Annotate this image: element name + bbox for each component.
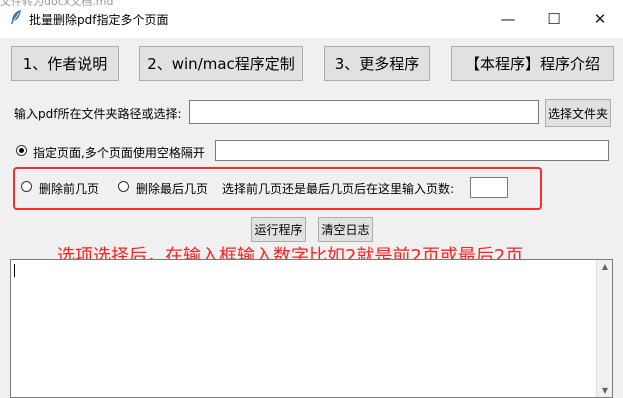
background-window-text: 文件转为docx文档.md xyxy=(0,0,114,8)
custom-program-button[interactable]: 2、win/mac程序定制 xyxy=(139,46,303,81)
folder-path-label: 输入pdf所在文件夹路径或选择: xyxy=(14,107,182,121)
title-bar: 文件转为docx文档.md 批量删除pdf指定多个页面 — ☐ ✕ xyxy=(0,0,623,38)
log-textarea[interactable]: ▲ ▼ xyxy=(10,259,613,398)
scroll-down-arrow-icon[interactable]: ▼ xyxy=(597,386,613,395)
delete-first-label: 删除前几页 xyxy=(39,182,100,196)
log-scrollbar[interactable]: ▲ ▼ xyxy=(596,260,612,397)
specified-pages-label: 指定页面,多个页面使用空格隔开 xyxy=(33,146,205,160)
run-button[interactable]: 运行程序 xyxy=(251,217,306,242)
window-title: 批量删除pdf指定多个页面 xyxy=(29,13,169,27)
maximize-button[interactable]: ☐ xyxy=(531,0,577,38)
more-programs-button[interactable]: 3、更多程序 xyxy=(324,46,430,81)
page-count-input[interactable] xyxy=(470,177,508,198)
specified-pages-input[interactable] xyxy=(215,140,609,161)
delete-last-radio[interactable] xyxy=(118,181,129,192)
delete-last-label: 删除最后几页 xyxy=(136,182,209,196)
delete-first-radio[interactable] xyxy=(21,181,32,192)
page-count-label: 选择前几页还是最后几页后在这里输入页数: xyxy=(222,182,455,196)
program-intro-button[interactable]: 【本程序】程序介绍 xyxy=(451,46,614,81)
text-caret xyxy=(14,264,15,277)
feather-icon xyxy=(11,10,21,24)
specified-pages-radio[interactable] xyxy=(16,145,27,156)
author-info-button[interactable]: 1、作者说明 xyxy=(11,46,119,81)
minimize-button[interactable]: — xyxy=(485,0,531,38)
close-button[interactable]: ✕ xyxy=(577,0,623,38)
scroll-up-arrow-icon[interactable]: ▲ xyxy=(597,262,613,271)
choose-folder-button[interactable]: 选择文件夹 xyxy=(545,99,611,127)
clear-log-button[interactable]: 清空日志 xyxy=(318,217,373,242)
folder-path-input[interactable] xyxy=(189,100,539,124)
